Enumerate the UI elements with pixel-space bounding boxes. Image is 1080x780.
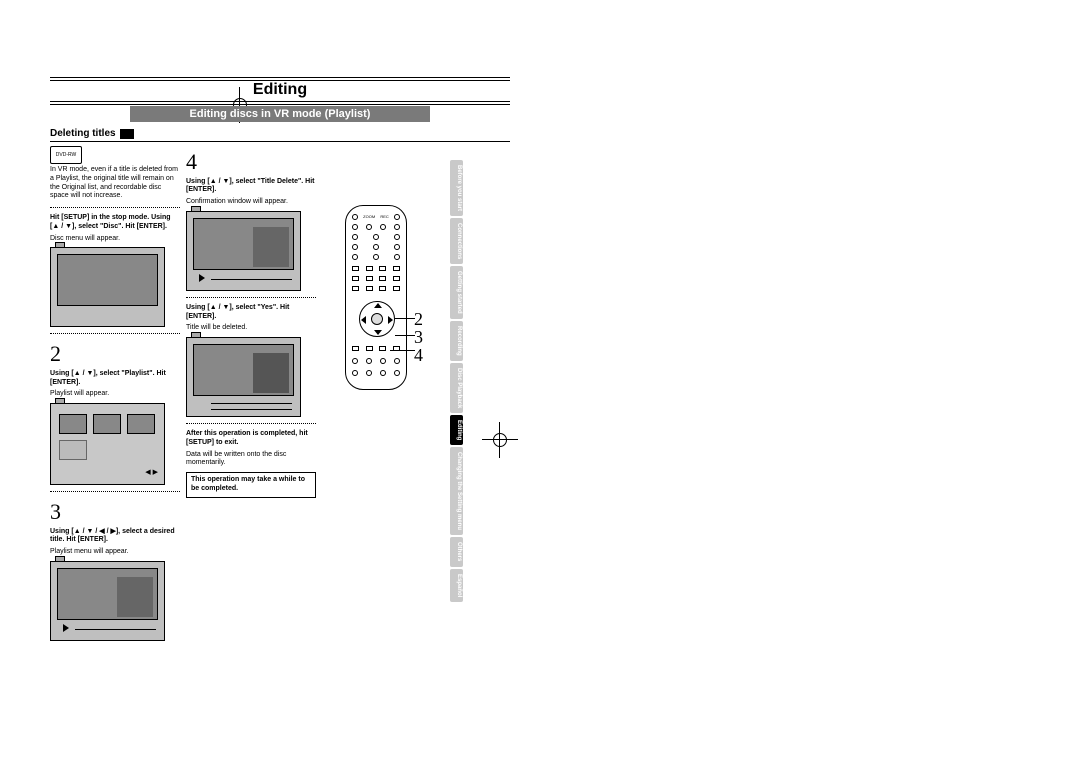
step5-result: Title will be deleted. bbox=[186, 324, 316, 333]
side-tab[interactable]: Getting started bbox=[450, 266, 463, 319]
step-number: 3 bbox=[50, 498, 180, 526]
warning-note: This operation may take a while to be co… bbox=[186, 472, 316, 498]
side-tab[interactable]: Before you start bbox=[450, 160, 463, 216]
screenshot-playlist-menu bbox=[50, 561, 165, 641]
dpad-icon bbox=[359, 301, 395, 337]
divider bbox=[186, 297, 316, 298]
side-tab[interactable]: Español bbox=[450, 569, 463, 602]
callout-number: 3 bbox=[414, 328, 423, 346]
after-instruction: After this operation is completed, hit [… bbox=[186, 430, 316, 448]
side-tab[interactable]: Disc Playback bbox=[450, 363, 463, 413]
column-left: DVD-RW In VR mode, even if a title is de… bbox=[50, 146, 180, 645]
vr-mode-icon bbox=[120, 129, 134, 139]
step2-instruction: Using [▲ / ▼], select "Playlist". Hit [E… bbox=[50, 370, 180, 388]
section-title: Deleting titles bbox=[50, 128, 116, 139]
dvd-rw-logo-icon: DVD-RW bbox=[50, 146, 82, 164]
step1-instruction: Hit [SETUP] in the stop mode. Using [▲ /… bbox=[50, 214, 180, 232]
divider bbox=[186, 423, 316, 424]
step-number: 4 bbox=[186, 148, 316, 176]
screenshot-playlist: ◀ ▶ bbox=[50, 403, 165, 485]
step4-result: Confirmation window will appear. bbox=[186, 198, 316, 207]
side-tab[interactable]: Changing the Setting menu bbox=[450, 447, 463, 535]
divider bbox=[50, 333, 180, 334]
page-title: Editing bbox=[50, 80, 510, 102]
intro-text: In VR mode, even if a title is deleted f… bbox=[50, 166, 180, 201]
side-tab[interactable]: Connections bbox=[450, 218, 463, 264]
after-result: Data will be written onto the disc momen… bbox=[186, 451, 316, 469]
callout-number: 4 bbox=[414, 346, 423, 364]
step2-result: Playlist will appear. bbox=[50, 390, 180, 399]
step3-result: Playlist menu will appear. bbox=[50, 548, 180, 557]
screenshot-deleted bbox=[186, 337, 301, 417]
step3-instruction: Using [▲ / ▼ / ◀ / ▶], select a desired … bbox=[50, 528, 180, 546]
column-middle: 4 Using [▲ / ▼], select "Title Delete". … bbox=[186, 146, 316, 645]
section-heading: Deleting titles bbox=[50, 128, 510, 142]
side-tab[interactable]: Others bbox=[450, 537, 463, 566]
divider bbox=[50, 491, 180, 492]
step1-result: Disc menu will appear. bbox=[50, 235, 180, 244]
manual-page: Editing Editing discs in VR mode (Playli… bbox=[50, 80, 510, 730]
page-subtitle: Editing discs in VR mode (Playlist) bbox=[130, 106, 430, 122]
side-tab-bar: Before you start Connections Getting sta… bbox=[450, 160, 506, 604]
screenshot-confirm bbox=[186, 211, 301, 291]
callout-number: 2 bbox=[414, 310, 423, 328]
step5-instruction: Using [▲ / ▼], select "Yes". Hit [ENTER]… bbox=[186, 304, 316, 322]
side-tab[interactable]: Recording bbox=[450, 321, 463, 361]
nav-arrows-icon: ◀ ▶ bbox=[145, 469, 158, 478]
step4-instruction: Using [▲ / ▼], select "Title Delete". Hi… bbox=[186, 178, 316, 196]
remote-callouts: 2 3 4 bbox=[414, 310, 423, 364]
divider bbox=[50, 207, 180, 208]
screenshot-disc-menu bbox=[50, 247, 165, 327]
side-tab-active[interactable]: Editing bbox=[450, 415, 463, 445]
remote-illustration: ZOOMREC bbox=[345, 205, 407, 390]
step-number: 2 bbox=[50, 340, 180, 368]
